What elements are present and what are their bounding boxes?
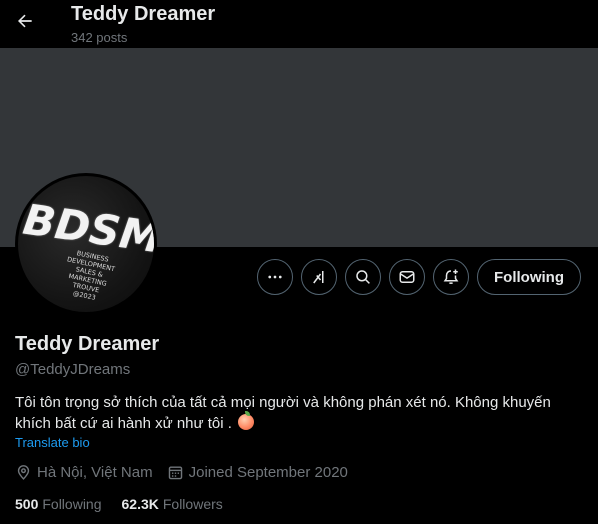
search-icon	[356, 270, 370, 284]
arrow-left-icon	[18, 14, 32, 28]
top-bar: Teddy Dreamer 342 posts	[0, 0, 598, 48]
display-name: Teddy Dreamer	[15, 333, 160, 355]
following-count: 500	[15, 496, 39, 512]
grok-icon	[313, 271, 324, 284]
more-horizontal-icon	[268, 275, 282, 279]
bio-text: Tôi tôn trọng sở thích của tất cả mọi ng…	[15, 394, 551, 432]
calendar-icon	[168, 465, 182, 479]
notify-button[interactable]	[433, 259, 469, 295]
join-date-text: Joined September 2020	[188, 463, 348, 481]
header-title: Teddy Dreamer	[71, 3, 216, 25]
following-label: Following	[42, 496, 102, 512]
envelope-icon	[399, 271, 415, 283]
followers-count-link[interactable]: 62.3K Followers	[122, 496, 223, 512]
profile-meta: Hà Nội, Việt Nam Joined September 2020	[15, 462, 362, 482]
more-button[interactable]	[257, 259, 293, 295]
message-button[interactable]	[389, 259, 425, 295]
followers-label: Followers	[162, 496, 223, 512]
search-button[interactable]	[345, 259, 381, 295]
profile-bio: Tôi tôn trọng sở thích của tất cả mọi ng…	[15, 392, 575, 434]
followers-count: 62.3K	[121, 496, 159, 512]
location-text: Hà Nội, Việt Nam	[37, 463, 153, 481]
avatar-image: BDSM BUSINESS DEVELOPMENT SALES & MARKET…	[18, 176, 154, 312]
bell-plus-icon	[443, 269, 459, 284]
peach-emoji-icon	[238, 411, 255, 430]
user-handle: @TeddyJDreams	[15, 361, 131, 378]
translate-bio-link[interactable]: Translate bio	[15, 435, 90, 450]
join-date: Joined September 2020	[167, 464, 348, 481]
back-button[interactable]	[10, 6, 40, 36]
grok-button[interactable]	[301, 259, 337, 295]
post-count: 342 posts	[71, 30, 128, 45]
following-button[interactable]: Following	[477, 259, 581, 295]
follow-stats: 500 Following 62.3K Followers	[15, 496, 243, 512]
location: Hà Nội, Việt Nam	[15, 464, 153, 481]
location-pin-icon	[17, 464, 30, 480]
following-count-link[interactable]: 500 Following	[15, 496, 102, 512]
avatar[interactable]: BDSM BUSINESS DEVELOPMENT SALES & MARKET…	[15, 173, 157, 315]
